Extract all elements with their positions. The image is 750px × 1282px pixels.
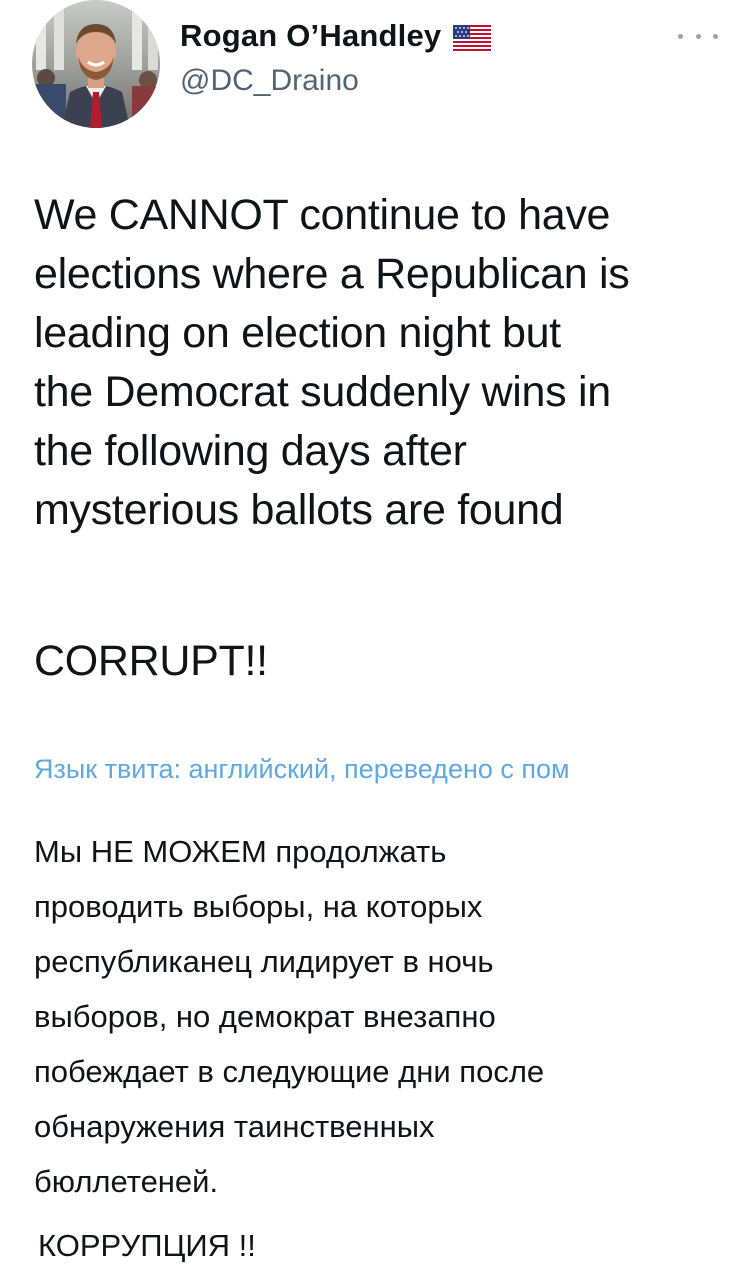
- more-dot: [695, 33, 701, 39]
- translated-text: Мы НЕ МОЖЕМ продолжать проводить выборы,…: [34, 834, 545, 1199]
- author-display-name[interactable]: Rogan O’Handley: [180, 18, 441, 54]
- tweet-text: We CANNOT continue to have elections whe…: [34, 191, 630, 534]
- translation-attribution-link[interactable]: Язык твита: английский, переведено с пом: [34, 754, 750, 785]
- more-dot: [713, 33, 718, 39]
- us-flag-icon: [453, 23, 492, 51]
- avatar[interactable]: [32, 0, 160, 128]
- more-dot: [678, 33, 683, 39]
- author-name-row[interactable]: Rogan O’Handley: [180, 18, 492, 54]
- more-options-icon[interactable]: [678, 26, 718, 46]
- tweet-text-ending: CORRUPT!!: [34, 637, 268, 685]
- translated-text-ending: КОРРУПЦИЯ !!: [38, 1228, 256, 1263]
- tweet-header: Rogan O’Handley @DC_Draino: [0, 0, 750, 140]
- author-handle[interactable]: @DC_Draino: [180, 64, 359, 98]
